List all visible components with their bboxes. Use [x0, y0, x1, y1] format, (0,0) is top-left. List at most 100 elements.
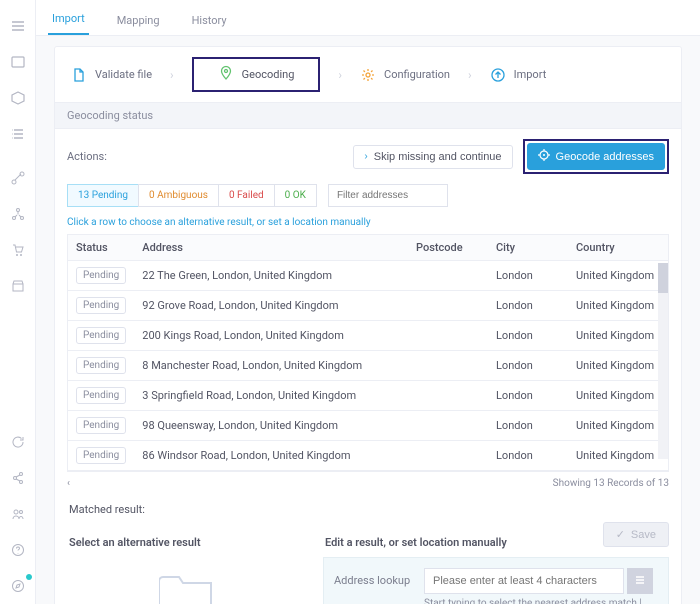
cell-country: United Kingdom [568, 381, 668, 411]
help-icon[interactable] [6, 538, 30, 562]
cell-country: United Kingdom [568, 411, 668, 441]
sidebar [0, 0, 36, 604]
lookup-hint: Start typing to select the nearest addre… [424, 598, 658, 604]
list-icon[interactable] [6, 122, 30, 146]
status-badge: Pending [76, 297, 126, 314]
address-lookup-input[interactable] [424, 568, 624, 594]
geocode-addresses-button[interactable]: Geocode addresses [527, 143, 665, 170]
skip-missing-button[interactable]: › Skip missing and continue [353, 145, 512, 169]
chevron-right-icon: › [170, 68, 174, 82]
button-label: Geocode addresses [556, 151, 654, 163]
cell-city: London [488, 381, 568, 411]
cell-country: United Kingdom [568, 441, 668, 471]
cell-postcode [408, 411, 488, 441]
address-lookup-panel: Address lookup Start [323, 557, 669, 604]
wizard: Validate file › Geocoding › Configuratio… [55, 47, 681, 102]
cell-country: United Kingdom [568, 291, 668, 321]
table-row[interactable]: Pending 22 The Green, London, United King… [68, 261, 668, 291]
records-footer: Showing 13 Records of 13 [553, 478, 669, 489]
col-status[interactable]: Status [68, 235, 134, 261]
route-icon[interactable] [6, 166, 30, 190]
geocoding-status-header: Geocoding status [55, 102, 681, 129]
refresh-icon[interactable] [6, 430, 30, 454]
tabbar: Import Mapping History [36, 0, 700, 36]
wizard-step-geocoding[interactable]: Geocoding [192, 57, 321, 92]
hamburger-icon[interactable] [6, 14, 30, 38]
map-icon[interactable] [6, 50, 30, 74]
actions-row: Actions: › Skip missing and continue Geo… [55, 129, 681, 184]
wizard-step-import[interactable]: Import [490, 67, 547, 83]
col-country[interactable]: Country [568, 235, 668, 261]
list-icon [634, 574, 646, 586]
button-label: Save [631, 529, 656, 541]
address-lookup-label: Address lookup [334, 568, 414, 587]
wizard-step-validate[interactable]: Validate file [71, 67, 152, 83]
users-icon[interactable] [6, 502, 30, 526]
save-button[interactable]: ✓ Save [603, 522, 669, 547]
cell-address: 92 Grove Road, London, United Kingdom [134, 291, 408, 321]
filter-addresses-input[interactable] [328, 184, 448, 207]
scroll-left-indicator: ‹ [67, 478, 70, 489]
cell-postcode [408, 441, 488, 471]
cell-address: 200 Kings Road, London, United Kingdom [134, 321, 408, 351]
cell-country: United Kingdom [568, 261, 668, 291]
filter-failed[interactable]: 0 Failed [218, 184, 275, 207]
upload-icon [490, 67, 506, 83]
file-icon [71, 67, 87, 83]
cart-icon[interactable] [6, 238, 30, 262]
col-postcode[interactable]: Postcode [408, 235, 488, 261]
table-row[interactable]: Pending86 Windsor Road, London, United K… [68, 441, 668, 471]
table-scrollbar[interactable] [658, 263, 668, 459]
cell-postcode [408, 381, 488, 411]
cell-address: 3 Springfield Road, London, United Kingd… [134, 381, 408, 411]
tab-mapping[interactable]: Mapping [113, 6, 164, 35]
table-row[interactable]: Pending 3 Springfield Road, London, Unite… [68, 381, 668, 411]
row-hint: Click a row to choose an alternative res… [55, 217, 681, 234]
chevron-right-icon: › [468, 68, 472, 82]
filter-row: 13 Pending 0 Ambiguous 0 Failed 0 OK [55, 184, 681, 217]
table-row[interactable]: Pending 8 Manchester Road, London, United… [68, 351, 668, 381]
gear-icon [360, 67, 376, 83]
filter-ok[interactable]: 0 OK [274, 184, 317, 207]
no-data-placeholder: No data [67, 567, 307, 604]
check-icon: ✓ [616, 528, 625, 541]
tab-import[interactable]: Import [48, 4, 89, 35]
address-lookup-search-button[interactable] [627, 568, 653, 594]
cell-postcode [408, 351, 488, 381]
cell-city: London [488, 321, 568, 351]
table-row[interactable]: Pending 98 Queensway, London, United King… [68, 411, 668, 441]
status-badge: Pending [76, 417, 126, 434]
folder-icon [159, 567, 215, 604]
status-badge: Pending [76, 357, 126, 374]
cell-address: 8 Manchester Road, London, United Kingdo… [134, 351, 408, 381]
cell-address: 22 The Green, London, United Kingdom [134, 261, 408, 291]
store-icon[interactable] [6, 274, 30, 298]
cell-city: London [488, 411, 568, 441]
cell-city: London [488, 441, 568, 471]
wizard-step-configuration[interactable]: Configuration [360, 67, 450, 83]
wizard-label: Configuration [384, 68, 450, 81]
chevron-right-icon: › [338, 68, 342, 82]
status-badge: Pending [76, 267, 126, 284]
cell-postcode [408, 321, 488, 351]
wizard-label: Import [514, 68, 547, 81]
cell-city: London [488, 351, 568, 381]
share-icon[interactable] [6, 466, 30, 490]
filter-pending[interactable]: 13 Pending [67, 184, 139, 207]
col-address[interactable]: Address [134, 235, 408, 261]
tab-history[interactable]: History [188, 6, 231, 35]
wizard-label: Validate file [95, 68, 152, 81]
box-icon[interactable] [6, 86, 30, 110]
compass-icon[interactable] [6, 574, 30, 598]
col-city[interactable]: City [488, 235, 568, 261]
table-header-row: Status Address Postcode City Country [68, 235, 668, 261]
cell-address: 86 Windsor Road, London, United Kingdom [134, 441, 408, 471]
filter-ambiguous[interactable]: 0 Ambiguous [138, 184, 219, 207]
button-label: Skip missing and continue [374, 151, 502, 163]
status-badge: Pending [76, 387, 126, 404]
table-row[interactable]: Pending200 Kings Road, London, United Ki… [68, 321, 668, 351]
cell-address: 98 Queensway, London, United Kingdom [134, 411, 408, 441]
network-icon[interactable] [6, 202, 30, 226]
cell-city: London [488, 261, 568, 291]
table-row[interactable]: Pending 92 Grove Road, London, United Kin… [68, 291, 668, 321]
